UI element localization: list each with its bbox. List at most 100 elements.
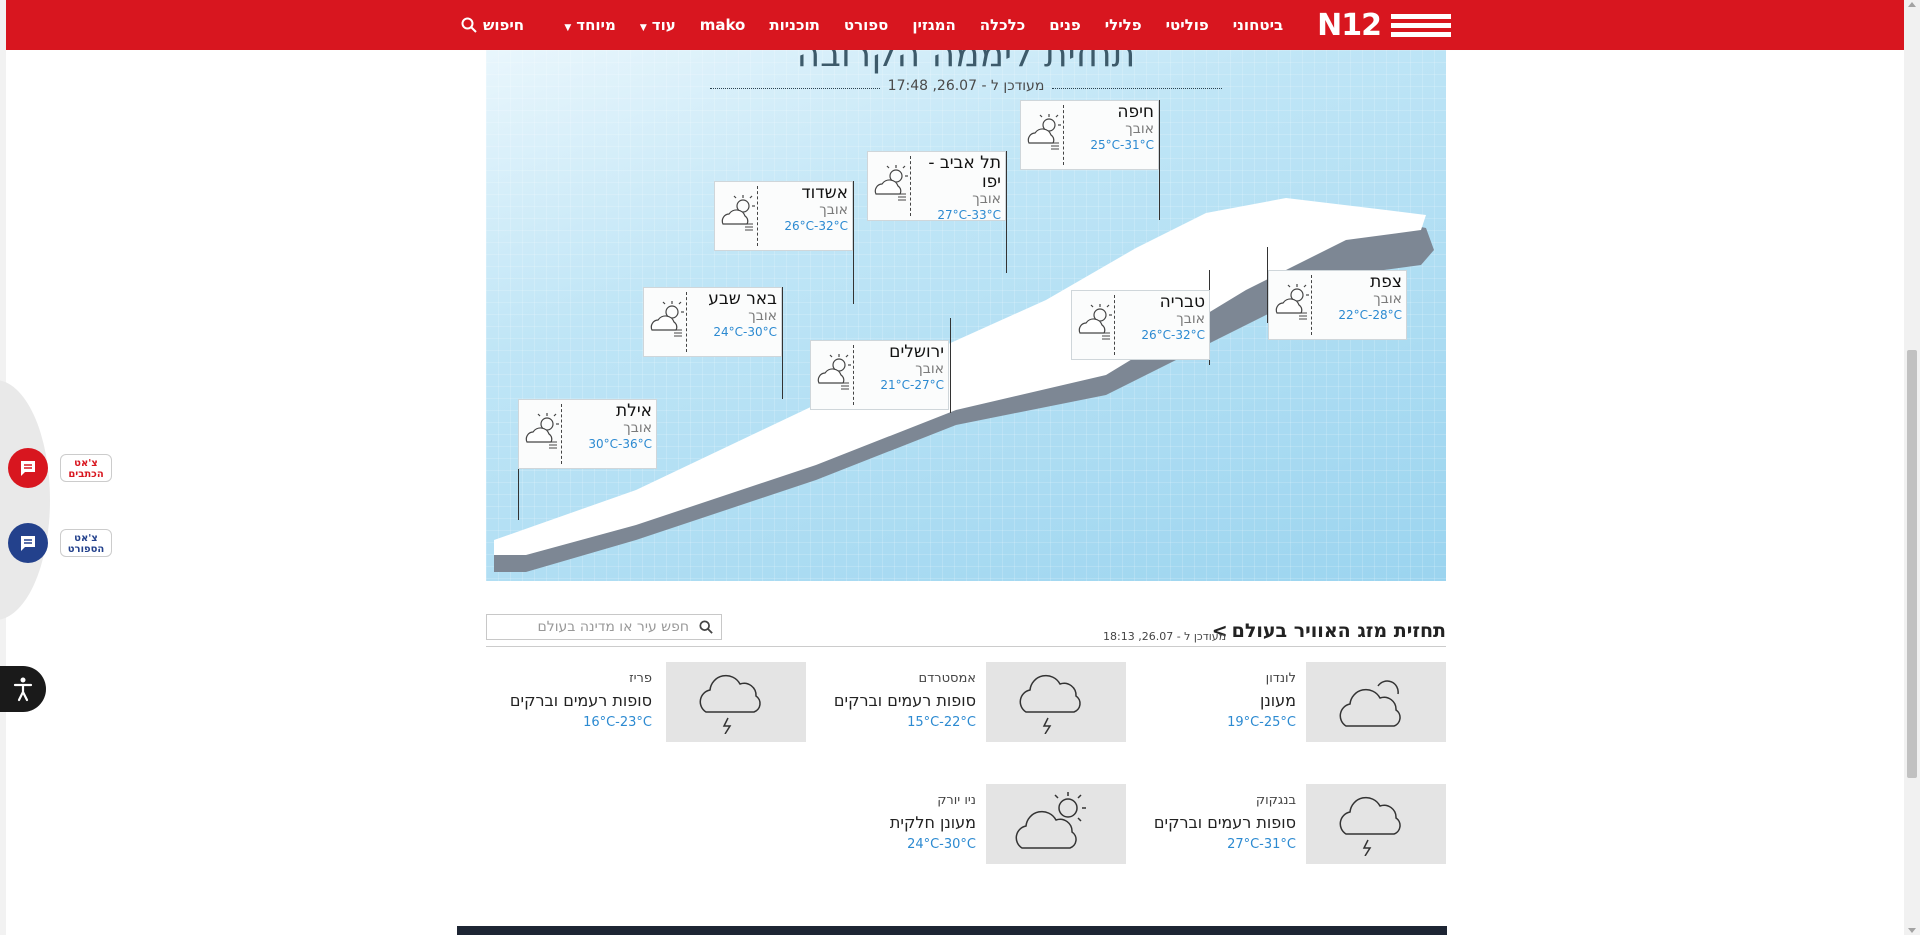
- chat-sport-label: צ'אט הספורט: [60, 529, 112, 557]
- chat-reporters-label: צ'אט הכתבים: [60, 454, 112, 482]
- divider: [686, 292, 687, 352]
- haze-icon: [650, 301, 684, 337]
- chevron-down-icon: ▼: [564, 23, 572, 33]
- haze-icon: [1275, 284, 1309, 320]
- divider: [910, 156, 911, 216]
- world-weather-title[interactable]: תחזית מזג האוויר בעולם>: [1208, 620, 1446, 642]
- world-city-card-amsterdam[interactable]: אמסטרדם סופות רעמים וברקים 15°C-22°C: [808, 662, 1126, 742]
- city-card-tel-aviv[interactable]: תל אביב - יפו אובך 27°C-33°C: [867, 151, 1006, 222]
- city-desc: אובך: [972, 191, 1001, 207]
- world-city-desc: סופות רעמים וברקים: [1153, 813, 1296, 832]
- world-city-desc: סופות רעמים וברקים: [833, 691, 976, 710]
- world-city-card-bangkok[interactable]: בנגקוק סופות רעמים וברקים 27°C-31°C: [1128, 784, 1446, 864]
- world-search-input[interactable]: חפש עיר או מדינה בעולם: [486, 614, 722, 640]
- world-city-desc: מעונן חלקית: [889, 813, 976, 832]
- haze-icon: [525, 413, 559, 449]
- chat-sport-line1: צ'אט: [74, 533, 98, 544]
- city-card-beer-sheva[interactable]: באר שבע אובך 24°C-30°C: [643, 287, 782, 357]
- city-name: חיפה: [1117, 102, 1154, 122]
- cloudy-icon: [1339, 680, 1401, 727]
- city-name: ירושלים: [889, 342, 944, 362]
- city-desc: אובך: [819, 202, 848, 218]
- forecast-title: תחזית ליממה הקרובה: [796, 50, 1136, 75]
- chat-sport-button[interactable]: צ'אט הספורט: [8, 523, 112, 563]
- scrollbar[interactable]: [1904, 0, 1920, 935]
- world-city-name: ניו יורק: [937, 793, 976, 808]
- city-name: באר שבע: [708, 289, 777, 309]
- nav-item-magazine[interactable]: המגזין: [912, 16, 955, 34]
- search-icon: [699, 620, 713, 634]
- world-title-text: תחזית מזג האוויר בעולם: [1231, 620, 1446, 642]
- thunderstorm-icon: [1019, 674, 1081, 734]
- divider: [486, 646, 1446, 647]
- flag-pole: [950, 318, 951, 413]
- city-card-jerusalem[interactable]: ירושלים אובך 21°C-27°C: [810, 340, 949, 410]
- world-city-temp: 24°C-30°C: [907, 837, 976, 852]
- nav-item-sport[interactable]: ספורט: [844, 16, 888, 34]
- world-city-name: פריז: [629, 671, 652, 686]
- world-city-card-paris[interactable]: פריז סופות רעמים וברקים 16°C-23°C: [486, 662, 806, 742]
- world-city-temp: 19°C-25°C: [1227, 715, 1296, 730]
- world-city-temp: 15°C-22°C: [907, 715, 976, 730]
- city-desc: אובך: [623, 420, 652, 436]
- world-city-temp: 16°C-23°C: [583, 715, 652, 730]
- world-city-card-new-york[interactable]: ניו יורק מעונן חלקית 24°C-30°C: [808, 784, 1126, 864]
- nav-item-politics[interactable]: פוליטי: [1166, 16, 1209, 34]
- divider: [1114, 295, 1115, 355]
- weather-icon-box: [1306, 662, 1446, 742]
- world-city-temp: 27°C-31°C: [1227, 837, 1296, 852]
- city-name: אילת: [615, 401, 652, 421]
- partly-cloudy-icon: [1015, 792, 1086, 849]
- city-desc: אובך: [1125, 121, 1154, 137]
- n12-logo[interactable]: N12: [1317, 8, 1451, 43]
- nav-item-criminal[interactable]: פלילי: [1105, 16, 1142, 34]
- world-city-desc: סופות רעמים וברקים: [509, 691, 652, 710]
- city-temp: 26°C-32°C: [1141, 328, 1205, 342]
- flag-pole: [1159, 100, 1160, 220]
- scroll-up-icon[interactable]: [1908, 2, 1916, 7]
- world-city-card-london[interactable]: לונדון מעונן 19°C-25°C: [1128, 662, 1446, 742]
- city-name: אשדוד: [801, 183, 848, 203]
- nav-item-mako[interactable]: mako: [700, 16, 746, 34]
- flag-pole: [853, 181, 854, 304]
- weather-icon-box: [666, 662, 806, 742]
- accessibility-icon: [13, 677, 33, 702]
- scrollbar-thumb[interactable]: [1907, 350, 1917, 778]
- city-name: תל אביב - יפו: [928, 153, 1001, 192]
- chevron-down-icon: ▼: [639, 23, 647, 33]
- city-card-ashdod[interactable]: אשדוד אובך 26°C-32°C: [714, 181, 853, 251]
- thunderstorm-icon: [1339, 796, 1401, 856]
- city-card-safed[interactable]: צפת אובך 22°C-28°C: [1268, 270, 1407, 340]
- forecast-updated: מעודכן ל - 26.07, 17:48: [710, 78, 1222, 94]
- city-card-eilat[interactable]: אילת אובך 30°C-36°C: [518, 399, 657, 469]
- nav-item-domestic[interactable]: פנים: [1049, 16, 1081, 34]
- nav-item-economy[interactable]: כלכלה: [980, 16, 1025, 34]
- haze-icon: [874, 165, 908, 201]
- nav-item-special[interactable]: מיוחד ▼: [564, 16, 615, 34]
- nav-item-more[interactable]: עוד ▼: [640, 16, 676, 34]
- divider: [853, 345, 854, 405]
- nav-more-label: עוד: [651, 16, 676, 34]
- chat-reporters-line2: הכתבים: [68, 469, 104, 480]
- nav-item-shows[interactable]: תוכניות: [769, 16, 820, 34]
- chat-bubble-icon: [8, 448, 48, 488]
- haze-icon: [721, 195, 755, 231]
- logo-text: N12: [1317, 7, 1382, 43]
- top-navigation-bar: N12 ביטחוני פוליטי פלילי פנים כלכלה המגז…: [6, 0, 1904, 50]
- city-temp: 21°C-27°C: [880, 378, 944, 392]
- city-temp: 22°C-28°C: [1338, 308, 1402, 322]
- nav-item-security[interactable]: ביטחוני: [1233, 16, 1283, 34]
- weather-icon-box: [986, 784, 1126, 864]
- world-city-name: לונדון: [1265, 671, 1296, 686]
- accessibility-button[interactable]: [0, 666, 46, 712]
- city-temp: 30°C-36°C: [588, 437, 652, 451]
- city-card-tiberias[interactable]: טבריה אובך 26°C-32°C: [1071, 290, 1210, 360]
- chat-reporters-button[interactable]: צ'אט הכתבים: [8, 448, 112, 488]
- scroll-down-icon[interactable]: [1908, 928, 1916, 933]
- divider: [1311, 275, 1312, 335]
- search-button[interactable]: חיפוש: [461, 0, 524, 50]
- city-card-haifa[interactable]: חיפה אובך 25°C-31°C: [1020, 100, 1159, 170]
- haze-icon: [817, 354, 851, 390]
- city-desc: אובך: [1176, 311, 1205, 327]
- search-placeholder: חפש עיר או מדינה בעולם: [537, 619, 689, 635]
